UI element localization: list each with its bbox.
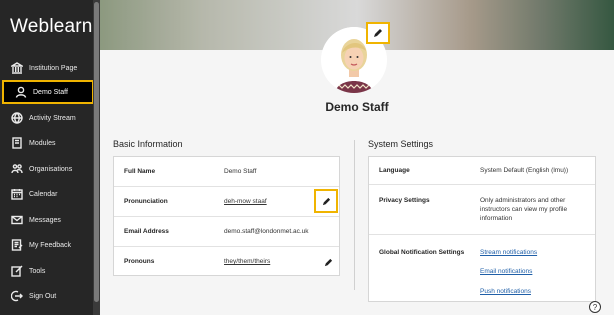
user-icon xyxy=(14,86,27,99)
privacy-settings-value: Only administrators and other instructor… xyxy=(480,197,568,222)
sidebar-item-label: Sign Out xyxy=(29,292,57,300)
global-notification-settings-label: Global Notification Settings xyxy=(379,249,465,256)
help-button[interactable]: ? xyxy=(589,301,601,313)
edit-pronouns-button[interactable] xyxy=(322,256,334,268)
pencil-icon xyxy=(374,29,382,37)
stream-notifications-link[interactable]: Stream notifications xyxy=(480,248,537,257)
sidebar-item-messages[interactable]: Messages xyxy=(0,208,93,232)
table-row: Full Name Demo Staff xyxy=(114,157,339,187)
sidebar-item-label: My Feedback xyxy=(29,241,72,249)
tools-icon xyxy=(10,265,23,278)
sidebar-item-label: Demo Staff xyxy=(33,88,68,96)
edit-avatar-button[interactable] xyxy=(366,22,390,44)
table-row: Language System Default (English (lmu)) xyxy=(369,157,595,185)
email-address-value: demo.staff@londonmet.ac.uk xyxy=(224,228,309,235)
email-notifications-link[interactable]: Email notifications xyxy=(480,267,532,276)
basic-information-card: Full Name Demo Staff Pronunciation deh-m… xyxy=(113,156,340,276)
profile-name: Demo Staff xyxy=(325,100,389,114)
sidebar-item-demo-staff[interactable]: Demo Staff xyxy=(2,80,94,104)
full-name-value: Demo Staff xyxy=(224,168,257,175)
brand-logo[interactable]: Weblearn xyxy=(10,16,93,38)
table-row: Pronunciation deh-mow staaf xyxy=(114,187,339,217)
sidebar-item-activity-stream[interactable]: Activity Stream xyxy=(0,106,93,130)
pronouns-value[interactable]: they/them/theirs xyxy=(224,257,270,266)
email-address-label: Email Address xyxy=(124,228,169,235)
push-notifications-link[interactable]: Push notifications xyxy=(480,287,531,296)
organisations-icon xyxy=(10,163,23,176)
sidebar-item-label: Organisations xyxy=(29,165,73,173)
sidebar: Weblearn Institution Page Demo Staff Act… xyxy=(0,0,94,315)
system-settings-heading: System Settings xyxy=(368,139,434,149)
pencil-icon xyxy=(324,258,332,266)
profile-main: Demo Staff Basic Information Full Name D… xyxy=(100,0,614,315)
sidebar-item-label: Modules xyxy=(29,139,56,147)
full-name-label: Full Name xyxy=(124,168,156,175)
sidebar-scrollbar-thumb[interactable] xyxy=(94,2,99,302)
pronouns-label: Pronouns xyxy=(124,258,155,265)
basic-information-heading: Basic Information xyxy=(113,139,183,149)
system-settings-card: Language System Default (English (lmu)) … xyxy=(368,156,596,302)
mail-icon xyxy=(10,214,23,227)
sidebar-item-calendar[interactable]: Calendar xyxy=(0,182,93,206)
sidebar-item-institution-page[interactable]: Institution Page xyxy=(0,56,93,80)
sidebar-item-modules[interactable]: Modules xyxy=(0,131,93,155)
section-divider xyxy=(354,140,355,290)
pencil-icon xyxy=(322,197,330,205)
calendar-icon xyxy=(10,188,23,201)
institution-icon xyxy=(10,62,23,75)
feedback-icon xyxy=(10,239,23,252)
edit-pronunciation-button[interactable] xyxy=(314,189,338,213)
sidebar-item-my-feedback[interactable]: My Feedback xyxy=(0,233,93,257)
sidebar-item-label: Messages xyxy=(29,216,61,224)
table-row: Privacy Settings Only administrators and… xyxy=(369,185,595,235)
privacy-settings-label: Privacy Settings xyxy=(379,197,430,204)
table-row: Email Address demo.staff@londonmet.ac.uk xyxy=(114,217,339,247)
sidebar-item-label: Institution Page xyxy=(29,64,78,72)
sidebar-item-label: Calendar xyxy=(29,190,58,198)
sidebar-item-label: Activity Stream xyxy=(29,114,76,122)
language-value: System Default (English (lmu)) xyxy=(480,167,569,174)
table-row: Pronouns they/them/theirs xyxy=(114,247,339,276)
sidebar-item-organisations[interactable]: Organisations xyxy=(0,157,93,181)
help-icon: ? xyxy=(592,302,598,312)
table-row: Global Notification Settings Stream noti… xyxy=(369,235,595,302)
globe-icon xyxy=(10,112,23,125)
pronunciation-label: Pronunciation xyxy=(124,198,168,205)
sidebar-item-tools[interactable]: Tools xyxy=(0,259,93,283)
sidebar-item-label: Tools xyxy=(29,267,46,275)
pronunciation-value[interactable]: deh-mow staaf xyxy=(224,197,267,206)
language-label: Language xyxy=(379,167,410,174)
sidebar-item-sign-out[interactable]: Sign Out xyxy=(0,284,93,308)
sign-out-icon xyxy=(10,290,23,303)
modules-icon xyxy=(10,137,23,150)
